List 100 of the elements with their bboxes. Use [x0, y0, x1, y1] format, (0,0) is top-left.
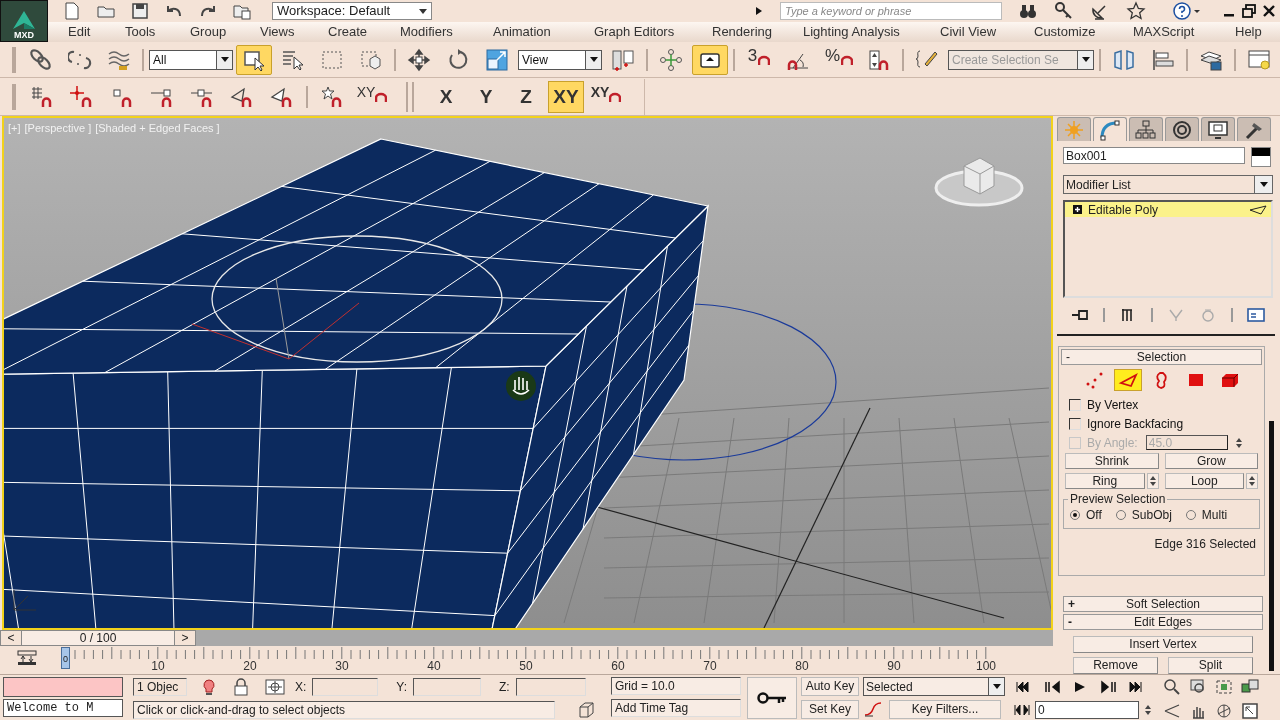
radio-label: Multi: [1201, 507, 1228, 524]
previous-frame-button[interactable]: <: [1, 631, 21, 645]
axis-label: Y: [479, 87, 493, 106]
edit-edges-button[interactable]: Remove: [1073, 657, 1158, 674]
menu-item[interactable]: Views: [260, 22, 295, 42]
rollout-title: Edit Edges: [1132, 614, 1193, 631]
selection-status: Edge 316 Selected: [1153, 536, 1257, 553]
frame-value: 0: [1038, 701, 1045, 719]
time-tag-field[interactable]: Add Time Tag: [611, 699, 741, 717]
dropdown-value: Modifier List: [1066, 176, 1131, 194]
menu-item[interactable]: Civil View: [940, 22, 997, 42]
frame-number: 60: [611, 660, 625, 673]
auto-key-button[interactable]: Auto Key: [801, 677, 859, 696]
rollout-header[interactable]: - Edit Edges: [1063, 614, 1263, 630]
rollout-header[interactable]: - Selection: [1061, 349, 1262, 365]
collapse-toggle[interactable]: +: [1068, 595, 1078, 613]
workspace-dropdown[interactable]: Workspace: Default: [272, 2, 432, 20]
snap-toggle-button[interactable]: XY: [354, 81, 390, 112]
menu-item[interactable]: Group: [190, 22, 227, 42]
dropdown-value: All: [153, 51, 167, 69]
axis-constraint-button[interactable]: Z: [508, 80, 544, 113]
frame-number: 50: [519, 660, 533, 673]
dropdown-value: Create Selection Se: [952, 51, 1059, 69]
app-logo-button[interactable]: MXD: [0, 0, 48, 42]
dropdown-value: Selected: [866, 678, 913, 696]
next-frame-button[interactable]: >: [175, 631, 195, 645]
frame-number: 10: [151, 660, 165, 673]
snap-toggle-button[interactable]: %: [820, 44, 858, 75]
menu-item[interactable]: Graph Editors: [594, 22, 675, 42]
modifier-stack-item[interactable]: Editable Poly: [1065, 202, 1271, 217]
selection-button[interactable]: Grow: [1164, 453, 1258, 469]
selection-button[interactable]: Loop: [1164, 473, 1244, 489]
insert-vertex-button[interactable]: Insert Vertex: [1073, 636, 1253, 653]
key-filters-button[interactable]: Key Filters...: [889, 700, 1001, 719]
radio-label: Off: [1086, 507, 1102, 524]
group-title: Preview Selection: [1068, 492, 1168, 506]
current-frame-field[interactable]: 0: [1035, 700, 1139, 719]
toolbar-dropdown[interactable]: View: [518, 49, 602, 70]
grid-spacing-text: Grid = 10.0: [615, 678, 675, 695]
frame-number: 40: [427, 660, 441, 673]
menu-item[interactable]: Customize: [1034, 22, 1096, 42]
menu-item[interactable]: Edit: [68, 22, 91, 42]
coordinate-label: X:: [295, 679, 307, 696]
key-set-dropdown[interactable]: Selected: [863, 677, 1005, 696]
modifier-name: Editable Poly: [1088, 201, 1160, 219]
workspace-label: Workspace: Default: [277, 2, 391, 21]
axis-label: Z: [520, 87, 532, 106]
menu-item[interactable]: Tools: [125, 22, 156, 42]
checkbox-label: By Vertex: [1087, 396, 1139, 414]
snap-label: %: [824, 47, 841, 64]
edit-edges-button[interactable]: Split: [1168, 657, 1253, 674]
set-key-mode-button[interactable]: Set Key: [801, 700, 859, 719]
current-frame-marker[interactable]: 0: [61, 647, 70, 669]
frame-number: 70: [703, 660, 717, 673]
menu-item[interactable]: Modifiers: [400, 22, 453, 42]
snap-toggle-button[interactable]: 3: [740, 44, 778, 75]
object-name-field[interactable]: Box001: [1063, 147, 1245, 164]
selection-count-field[interactable]: 1 Objec: [133, 678, 187, 696]
menu-item[interactable]: Help: [1235, 22, 1262, 42]
time-tag-text: Add Time Tag: [615, 700, 689, 717]
frame-number: 20: [243, 660, 257, 673]
menu-item[interactable]: Animation: [493, 22, 551, 42]
collapse-toggle[interactable]: -: [1068, 613, 1078, 631]
spinner-value: 45.0: [1148, 434, 1173, 452]
axis-constraint-button[interactable]: Y: [468, 80, 504, 113]
rollout-header[interactable]: + Soft Selection: [1063, 596, 1263, 612]
menu-item[interactable]: Create: [328, 22, 368, 42]
dropdown-value: View: [522, 51, 548, 69]
selection-button[interactable]: Ring: [1065, 473, 1145, 489]
prompt-line-field[interactable]: Click or click-and-drag to select objects: [133, 701, 555, 719]
axis-constraint-button[interactable]: XY: [548, 80, 584, 113]
toolbar-dropdown[interactable]: All: [149, 49, 233, 70]
menu-item[interactable]: MAXScript: [1133, 22, 1195, 42]
axis-label: XY: [553, 87, 579, 106]
search-field[interactable]: Type a keyword or phrase: [780, 2, 1002, 20]
selection-button[interactable]: Shrink: [1065, 453, 1159, 469]
prompt-line-text: Click or click-and-drag to select objects: [137, 702, 346, 719]
frame-number: 90: [887, 660, 901, 673]
collapse-toggle[interactable]: -: [1066, 348, 1076, 366]
menu-item[interactable]: Rendering: [712, 22, 772, 42]
listener-text: Welcome to M: [7, 700, 94, 717]
checkbox-label: Ignore Backfacing: [1087, 415, 1184, 433]
modifier-list-dropdown[interactable]: Modifier List: [1063, 175, 1273, 194]
axis-constraint-button[interactable]: X: [428, 80, 464, 113]
selection-count-text: 1 Objec: [137, 679, 179, 696]
rollout-title: Selection: [1135, 349, 1188, 366]
time-slider-thumb[interactable]: 0 / 100: [21, 631, 175, 645]
radio-label: SubObj: [1131, 507, 1172, 524]
axis-constraint-button[interactable]: XY: [588, 80, 624, 113]
axis-label: XY: [590, 84, 610, 99]
logo-text: MXD: [14, 31, 34, 40]
grid-spacing-field[interactable]: Grid = 10.0: [611, 677, 741, 695]
menu-item[interactable]: Lighting Analysis: [803, 22, 900, 42]
axis-label: X: [439, 87, 453, 106]
frame-number: 80: [795, 660, 809, 673]
snap-label: 3: [747, 47, 758, 64]
coordinate-label: Z:: [499, 679, 510, 696]
maxscript-output-field[interactable]: Welcome to M: [3, 699, 123, 717]
rollout-title: Soft Selection: [1124, 596, 1201, 613]
snap-label: XY: [356, 84, 376, 99]
